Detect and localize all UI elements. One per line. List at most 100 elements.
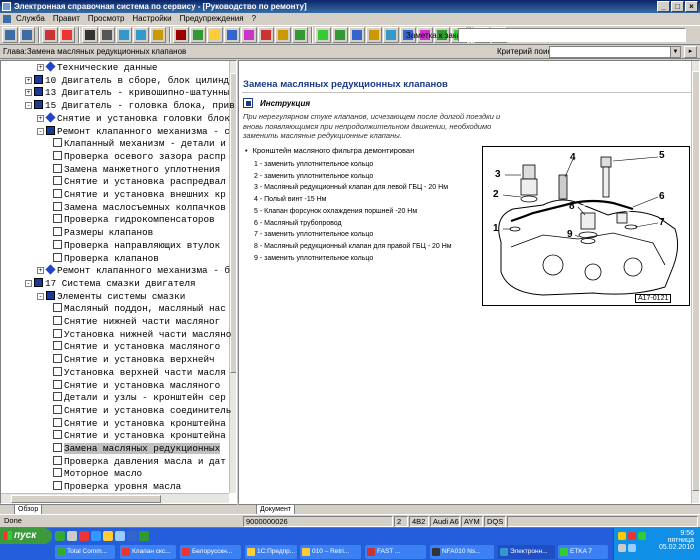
tree-item[interactable]: Установка верхней части масля (49, 366, 226, 379)
tree-item[interactable]: Проверка направляющих втулок (49, 239, 220, 252)
folder-icon[interactable] (103, 531, 113, 541)
taskbar-item[interactable]: 1С:Предпр... (245, 545, 297, 559)
bookmark-button[interactable] (150, 27, 166, 43)
tree-item[interactable]: Замена манжетного уплотнения (49, 163, 220, 176)
taskbar-item[interactable]: FAST ... (365, 545, 426, 559)
collapse-icon[interactable]: - (25, 279, 32, 287)
network-icon[interactable] (618, 532, 626, 540)
tree-item[interactable]: Снятие и установка кронштейна (49, 417, 226, 430)
antivirus-icon[interactable] (628, 532, 636, 540)
maximize-button[interactable]: □ (671, 1, 684, 12)
prev-button[interactable] (116, 27, 132, 43)
tree-item[interactable]: - Ремонт клапанного механизма - с (37, 125, 230, 138)
tool2-button[interactable] (332, 27, 348, 43)
tree-item[interactable]: - 17 Система смазки двигателя (25, 277, 196, 290)
document-scroll-thumb[interactable] (692, 71, 699, 491)
start-button[interactable]: пуск (0, 528, 52, 544)
tree-item[interactable]: Размеры клапанов (49, 227, 153, 239)
tree-item[interactable]: Проверка осевого зазора распр (49, 150, 226, 163)
tree-item[interactable]: + Ремонт клапанного механизма - б (37, 264, 230, 277)
order-note-input[interactable] (458, 28, 686, 42)
explorer-icon[interactable] (67, 531, 77, 541)
taskbar-item[interactable]: Total Comm... (55, 545, 115, 559)
tree-item[interactable]: Проверка клапанов (49, 252, 159, 265)
expand-icon[interactable]: + (37, 64, 44, 71)
close-button[interactable] (292, 27, 308, 43)
tool1-button[interactable] (315, 27, 331, 43)
tree-item[interactable]: Замена маслосъемных колпачков (49, 201, 226, 214)
print-button[interactable] (82, 27, 98, 43)
update-icon[interactable] (628, 544, 636, 552)
search-criteria-select[interactable]: ▼ (549, 46, 681, 58)
expand-icon[interactable]: + (25, 89, 32, 97)
tree-horizontal-scrollbar[interactable] (1, 493, 229, 503)
collapse-icon[interactable]: - (37, 127, 44, 135)
tree-item[interactable]: - 15 Двигатель - головка блока, прив (25, 100, 235, 112)
settings2-button[interactable] (275, 27, 291, 43)
settings-button[interactable] (207, 27, 223, 43)
menu-settings[interactable]: Настройки (128, 13, 175, 25)
menu-view[interactable]: Просмотр (84, 13, 129, 25)
tool3-button[interactable] (349, 27, 365, 43)
menu-service[interactable]: Служба (12, 13, 49, 25)
vag-button[interactable] (173, 27, 189, 43)
next-button[interactable] (133, 27, 149, 43)
browser-icon[interactable] (55, 531, 65, 541)
tree-item[interactable]: + Технические данные (37, 61, 157, 74)
excel-icon[interactable] (139, 531, 149, 541)
tree-item[interactable]: Замена масляных редукционных (49, 443, 221, 455)
tree-item[interactable]: Снятие нижней части масляног (49, 316, 220, 328)
close-button[interactable]: × (685, 1, 698, 12)
tree-item[interactable]: Снятие и установка соединитель (49, 404, 231, 417)
tree-item[interactable]: +13 Двигатель - кривошипно-шатунны (25, 87, 229, 99)
taskbar-item[interactable]: Белорусскн... (180, 545, 241, 559)
tree-item[interactable]: Масляный поддон, масляный нас (49, 303, 226, 315)
tree-item[interactable]: Установка нижней части масляно (49, 328, 231, 341)
tree-item[interactable]: Снятие и установка масляного (49, 379, 220, 392)
desktop-icon[interactable] (115, 531, 125, 541)
tree-item[interactable]: + Снятие и установка головки блок (37, 112, 230, 125)
tree-item[interactable]: Снятие и установка верхнейч (49, 354, 215, 366)
expand-icon[interactable]: + (25, 76, 32, 84)
tree-item[interactable]: - Элементы системы смазки (37, 290, 185, 303)
media-icon[interactable] (79, 531, 89, 541)
lang-icon[interactable] (618, 544, 626, 552)
minimize-button[interactable]: _ (657, 1, 670, 12)
tool5-button[interactable] (383, 27, 399, 43)
tool4-button[interactable] (366, 27, 382, 43)
collapse-icon[interactable]: - (25, 102, 32, 110)
taskbar-item[interactable]: ETKA 7 (558, 545, 608, 559)
tree-item[interactable]: Детали и узлы - кронштейн сер (49, 392, 226, 404)
tree-vertical-scrollbar[interactable] (229, 61, 236, 493)
back-button[interactable] (2, 27, 18, 43)
tree-item[interactable]: Снятие и установка внешних кр (49, 189, 226, 201)
tree-item[interactable]: Снятие и установка масляного (49, 341, 220, 353)
menu-help[interactable]: ? (248, 13, 260, 25)
collapse-icon[interactable]: - (37, 292, 44, 300)
taskbar-item[interactable]: 010 – Retri... (300, 545, 361, 559)
tree-item[interactable]: Снятие и установка кронштейна (49, 430, 226, 442)
tree-item[interactable]: Снятие и установка распредвал (49, 176, 226, 188)
tree-item[interactable]: Проверка гидрокомпенсаторов (49, 214, 215, 226)
menu-warnings[interactable]: Предупреждения (176, 13, 248, 25)
document-vertical-scrollbar[interactable] (691, 61, 699, 503)
taskbar-item[interactable]: Клапан скс... (120, 545, 176, 559)
word-icon[interactable] (127, 531, 137, 541)
clock[interactable]: 9:56 пятница 05.02.2010 (659, 530, 694, 551)
stop-button[interactable] (59, 27, 75, 43)
flag-button[interactable] (258, 27, 274, 43)
ie-icon[interactable] (91, 531, 101, 541)
search-button[interactable]: ▸ (684, 46, 697, 58)
expand-icon[interactable]: + (37, 114, 44, 122)
chevron-down-icon[interactable]: ▼ (670, 47, 680, 57)
book-button[interactable] (224, 27, 240, 43)
tree-item[interactable]: Проверка давления масла и дат (49, 455, 226, 468)
home-button[interactable] (42, 27, 58, 43)
forward-button[interactable] (19, 27, 35, 43)
tree-item[interactable]: +10 Двигатель в сборе, блок цилинд (25, 74, 229, 87)
tree-item[interactable]: Проверка уровня масла (49, 481, 181, 493)
tree-item[interactable]: Клапанный механизм - детали и (49, 138, 226, 150)
volume-icon[interactable] (638, 532, 646, 540)
tree-hscroll-thumb[interactable] (11, 495, 161, 503)
tree-item[interactable]: Моторное масло (49, 468, 142, 480)
